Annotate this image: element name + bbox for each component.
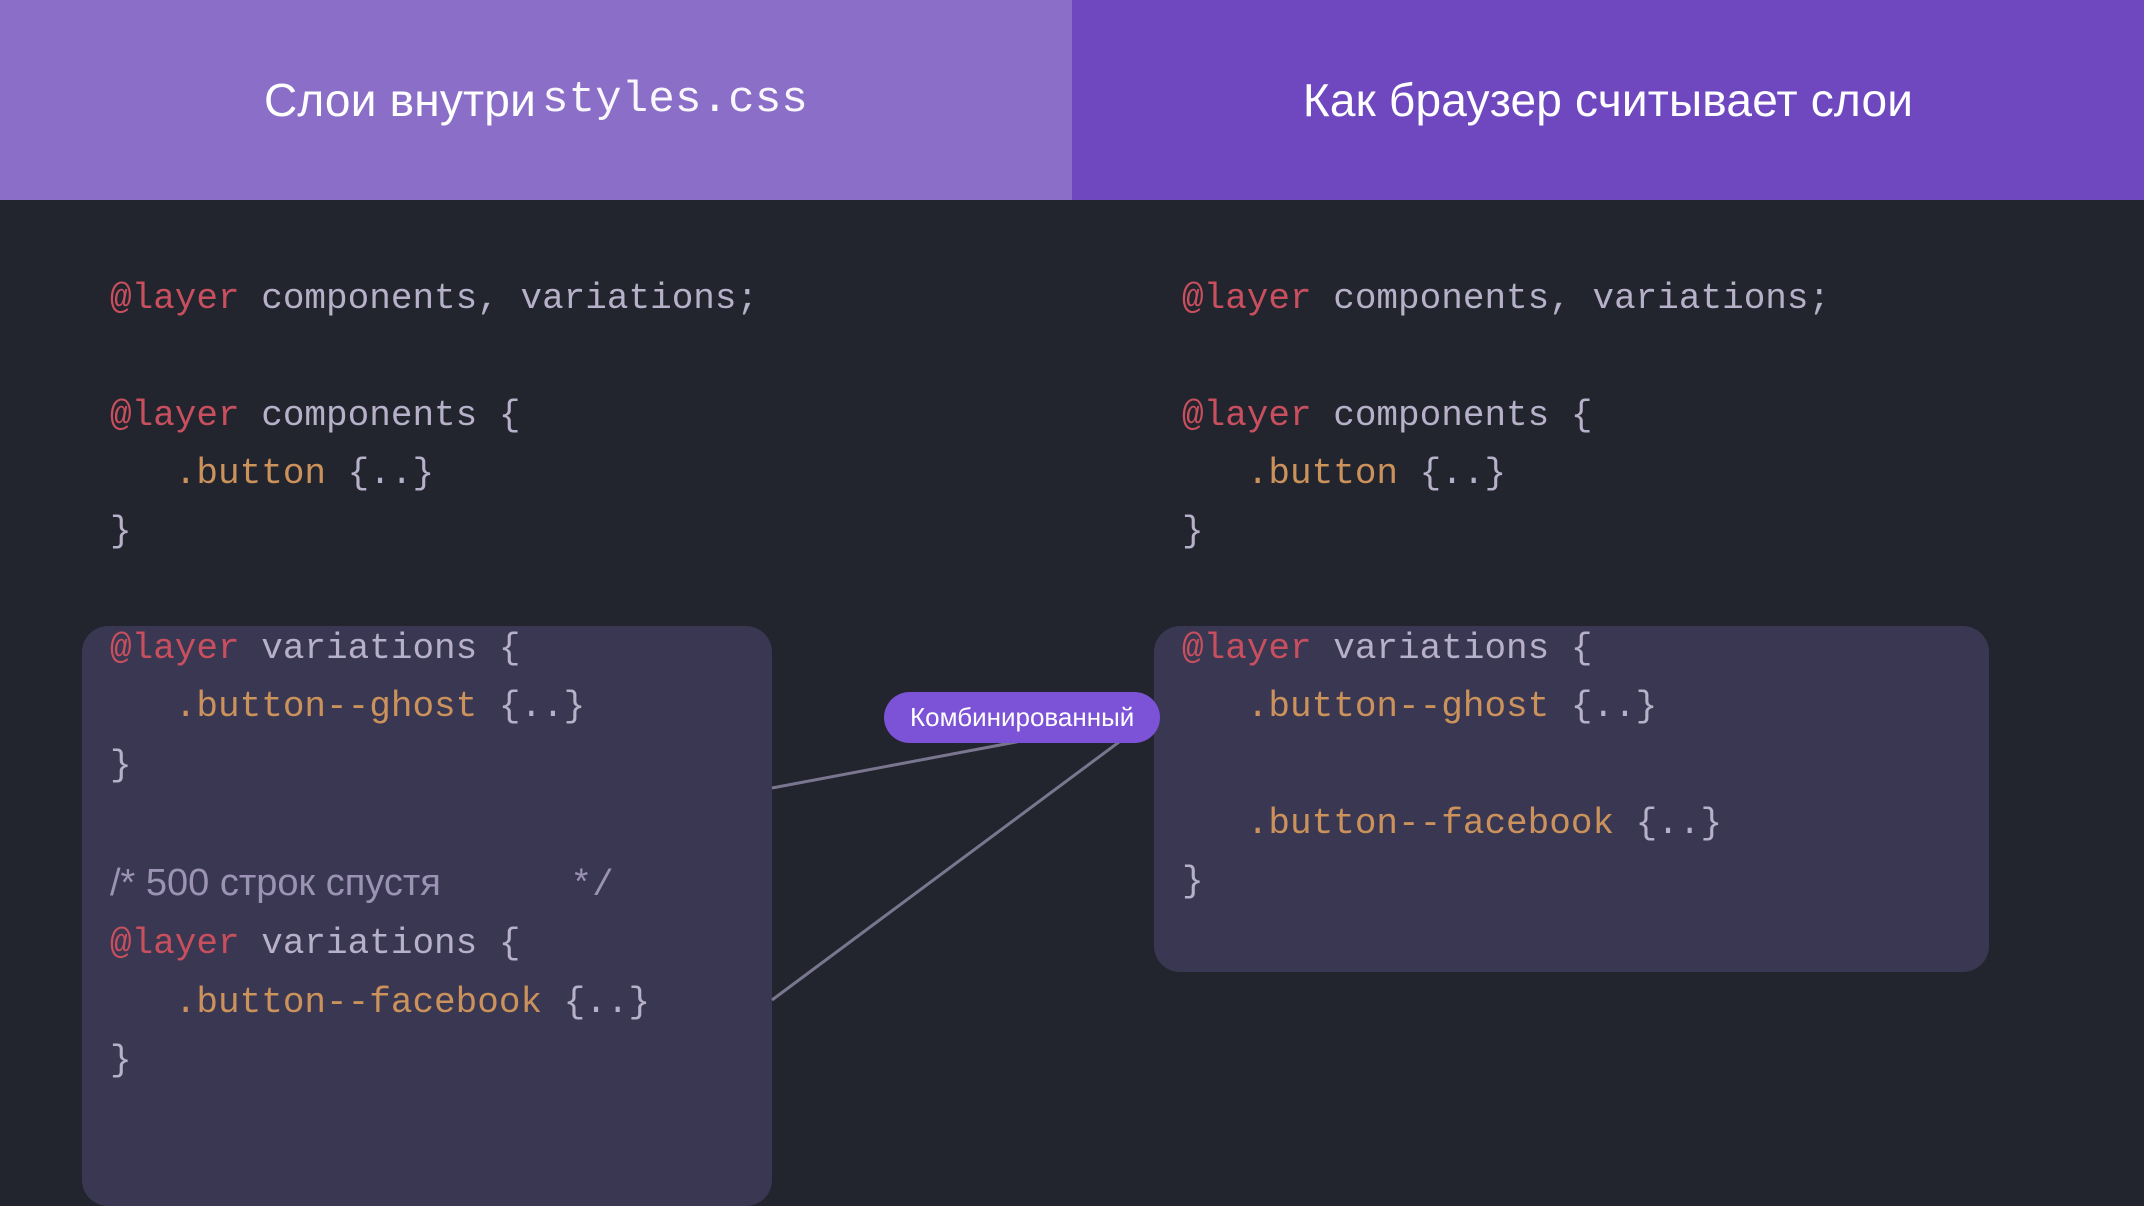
header-right-text: Как браузер считывает слои (1303, 73, 1913, 127)
header-bar: Слои внутри styles.css Как браузер считы… (0, 0, 2144, 200)
keyword-layer: @layer (1182, 395, 1312, 436)
code-text: components { (1312, 395, 1593, 436)
code-text: {..} (1549, 686, 1657, 727)
code-text: variations { (240, 923, 521, 964)
code-text: {..} (326, 453, 434, 494)
selector: .button--ghost (175, 686, 477, 727)
code-text: } (110, 511, 132, 552)
code-comment-end: */ (570, 865, 613, 906)
code-text: {..} (1398, 453, 1506, 494)
right-code-block: @layer components, variations; @layer co… (1182, 270, 2034, 911)
keyword-layer: @layer (110, 923, 240, 964)
selector: .button--facebook (175, 982, 542, 1023)
selector: .button (1247, 453, 1398, 494)
code-text: } (1182, 511, 1204, 552)
keyword-layer: @layer (1182, 278, 1312, 319)
selector: .button--facebook (1247, 803, 1614, 844)
code-text: components { (240, 395, 521, 436)
code-text: components, variations; (240, 278, 758, 319)
right-column: @layer components, variations; @layer co… (1072, 270, 2144, 1190)
selector: .button--ghost (1247, 686, 1549, 727)
selector: .button (175, 453, 326, 494)
code-text: {..} (1614, 803, 1722, 844)
keyword-layer: @layer (110, 628, 240, 669)
keyword-layer: @layer (1182, 628, 1312, 669)
code-text: } (110, 745, 132, 786)
code-text: components, variations; (1312, 278, 1830, 319)
combined-badge: Комбинированный (884, 692, 1160, 743)
header-right: Как браузер считывает слои (1072, 0, 2144, 200)
code-text: variations { (240, 628, 521, 669)
keyword-layer: @layer (110, 395, 240, 436)
code-text: variations { (1312, 628, 1593, 669)
code-text: } (110, 1040, 132, 1081)
header-left-filename: styles.css (542, 75, 808, 125)
header-left-text: Слои внутри (264, 73, 536, 127)
code-text: } (1182, 861, 1204, 902)
left-code-block: @layer components, variations; @layer co… (110, 270, 962, 1090)
badge-label: Комбинированный (910, 702, 1134, 732)
code-text: {..} (477, 686, 585, 727)
code-text: {..} (542, 982, 650, 1023)
header-left: Слои внутри styles.css (0, 0, 1072, 200)
code-comment: /* 500 строк спустя (110, 862, 441, 904)
keyword-layer: @layer (110, 278, 240, 319)
